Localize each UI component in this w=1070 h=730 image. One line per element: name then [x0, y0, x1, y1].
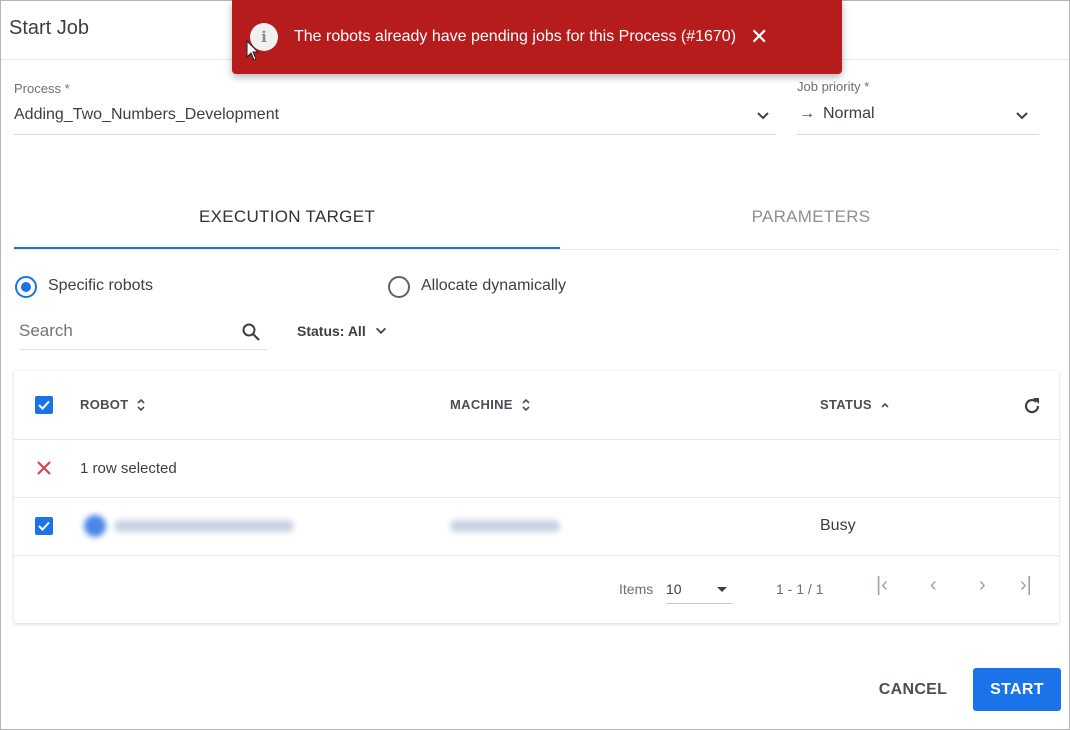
first-page-icon[interactable]: |‹	[876, 574, 888, 597]
row-divider	[14, 497, 1059, 498]
tab-execution-target[interactable]: EXECUTION TARGET	[14, 207, 560, 227]
process-select[interactable]: Adding_Two_Numbers_Development	[14, 106, 279, 124]
sort-icon	[137, 398, 146, 411]
priority-label: Job priority *	[797, 79, 870, 94]
next-page-icon[interactable]: ›	[979, 574, 986, 597]
page-range: 1 - 1 / 1	[776, 581, 824, 597]
search-input[interactable]	[19, 317, 229, 345]
check-icon	[38, 400, 50, 410]
tab-parameters[interactable]: PARAMETERS	[561, 207, 1061, 227]
sort-icon	[522, 398, 530, 411]
sort-ascending-icon	[881, 402, 889, 408]
robot-avatar	[84, 515, 106, 537]
selection-count: 1 row selected	[80, 460, 177, 477]
items-per-page-label: Items	[619, 581, 654, 597]
status-filter-dropdown[interactable]: Status: All	[297, 323, 388, 339]
dialog-title: Start Job	[9, 17, 90, 39]
search-underline	[19, 349, 267, 350]
column-header-robot[interactable]: ROBOT	[80, 397, 146, 412]
refresh-icon[interactable]	[1021, 395, 1043, 417]
active-tab-indicator	[14, 247, 560, 249]
chevron-down-icon[interactable]	[755, 108, 771, 124]
column-header-status-label: STATUS	[820, 397, 872, 412]
toast-message: The robots already have pending jobs for…	[294, 28, 737, 45]
clear-selection-icon[interactable]	[36, 460, 52, 476]
page-size-underline	[666, 603, 732, 604]
priority-underline	[797, 134, 1039, 135]
tab-divider	[14, 249, 1059, 250]
column-header-status[interactable]: STATUS	[820, 397, 890, 412]
column-header-robot-label: ROBOT	[80, 397, 129, 412]
chevron-down-icon	[375, 327, 386, 334]
priority-arrow-icon: →	[799, 105, 815, 122]
row-divider	[14, 439, 1059, 440]
search-icon[interactable]	[241, 322, 261, 342]
cancel-button[interactable]: CANCEL	[865, 669, 961, 711]
close-icon[interactable]: ✕	[750, 26, 768, 48]
previous-page-icon[interactable]: ‹	[930, 574, 937, 597]
robots-table: ROBOT MACHINE STATUS 1 row selected Busy…	[14, 371, 1059, 623]
error-toast: i The robots already have pending jobs f…	[232, 0, 842, 74]
last-page-icon[interactable]: ›|	[1020, 574, 1032, 597]
allocate-dynamically-radio[interactable]	[388, 276, 410, 298]
column-header-machine-label: MACHINE	[450, 397, 513, 412]
specific-robots-radio[interactable]	[15, 276, 37, 298]
process-label: Process *	[14, 81, 70, 96]
robot-name-redacted	[114, 520, 294, 532]
start-job-dialog: Start Job Process * Adding_Two_Numbers_D…	[0, 0, 1070, 730]
status-filter-label: Status: All	[297, 323, 366, 339]
allocate-dynamically-label: Allocate dynamically	[421, 277, 566, 294]
priority-select[interactable]: Normal	[823, 105, 875, 123]
select-all-checkbox[interactable]	[35, 396, 53, 414]
machine-name-redacted	[450, 520, 560, 532]
caret-down-icon[interactable]	[716, 584, 728, 594]
row-divider	[14, 555, 1059, 556]
robot-status: Busy	[820, 517, 856, 534]
mouse-pointer-icon	[246, 40, 260, 61]
specific-robots-label: Specific robots	[48, 277, 153, 294]
process-underline	[14, 134, 776, 135]
items-per-page-select[interactable]: 10	[666, 581, 682, 597]
column-header-machine[interactable]: MACHINE	[450, 397, 531, 412]
check-icon	[38, 521, 50, 531]
row-checkbox[interactable]	[35, 517, 53, 535]
start-button[interactable]: START	[973, 668, 1061, 711]
chevron-down-icon[interactable]	[1014, 108, 1030, 124]
